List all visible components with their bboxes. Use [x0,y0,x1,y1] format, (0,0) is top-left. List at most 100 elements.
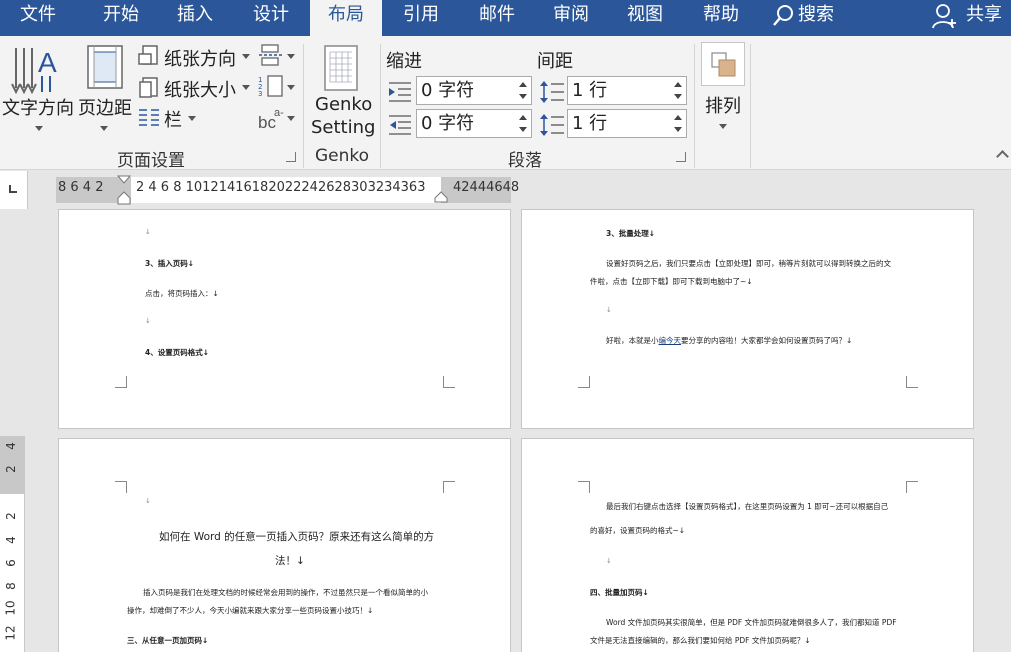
orientation-button[interactable]: 纸张方向 [164,45,236,71]
spin-down-icon[interactable] [519,94,527,99]
link-text[interactable]: 编今天 [659,336,682,345]
arrange-icon-box[interactable] [701,42,745,86]
chevron-down-icon[interactable] [287,116,295,121]
crop-mark [906,481,918,493]
tab-references[interactable]: 引用 [388,0,454,36]
left-tab-icon [9,185,17,193]
spin-down-icon[interactable] [674,127,682,132]
spin-up-icon[interactable] [519,115,527,120]
spin-up-icon[interactable] [674,115,682,120]
paragraph-group-label: 段落 [508,151,542,171]
chevron-down-icon[interactable] [287,85,295,90]
tab-insert[interactable]: 插入 [164,0,226,36]
horizontal-ruler[interactable]: 8 6 4 2 2 4 6 8 101214161820222426283032… [56,175,519,205]
page-text: 件啦，点击【立即下载】即可下载到电脑中了~↓ [590,277,753,286]
indent-right-input[interactable]: 0 字符 [416,109,532,138]
vruler-number: 6 [3,559,18,567]
share-person-icon[interactable] [932,3,958,29]
page-text: 四、批量加页码↓ [590,588,649,597]
crop-mark [443,481,455,493]
tab-design[interactable]: 设计 [240,0,302,36]
ruler-main-numbers: 2 4 6 8 10121416182022242628303234363 [136,180,426,195]
chevron-down-icon[interactable] [242,85,250,90]
vruler-number: 2 [3,465,18,473]
vertical-ruler[interactable]: 4 2 2 4 6 8 10 12 [0,436,25,652]
document-page[interactable]: ↓ 3、插入页码↓ 点击，将页码插入：↓ ↓ 4、设置页码格式↓ [58,209,511,429]
margins-button[interactable]: 页边距 [78,94,132,120]
indent-left-value: 0 字符 [421,80,475,101]
page-text: 好啦，本就是小 [606,336,659,345]
spin-up-icon[interactable] [674,82,682,87]
ruler-left-numbers: 8 6 4 2 [58,180,104,195]
genko-setting-button-line2[interactable]: Setting [311,117,375,138]
chevron-down-icon[interactable] [287,54,295,59]
tab-help[interactable]: 帮助 [690,0,752,36]
horizontal-ruler-row: 8 6 4 2 2 4 6 8 101214161820222426283032… [0,171,1011,209]
text-direction-button[interactable]: 文字方向 [2,94,74,120]
spacing-after-input[interactable]: 1 行 [567,109,687,138]
columns-icon [139,109,159,126]
crop-mark [115,481,127,493]
page-size-icon [139,77,158,98]
spin-up-icon[interactable] [519,82,527,87]
tab-view[interactable]: 视图 [614,0,676,36]
paragraph-mark: ↓ [606,557,612,565]
document-page[interactable]: ↓ 如何在 Word 的任意一页插入页码？原来还有这么简单的方 法！↓ 插入页码… [58,438,511,652]
paragraph-launcher-icon[interactable] [676,152,686,162]
genko-setting-icon [324,45,358,91]
tab-review[interactable]: 审阅 [540,0,602,36]
spin-down-icon[interactable] [519,127,527,132]
tab-file[interactable]: 文件 [0,0,76,36]
vruler-number: 10 [3,600,18,616]
tab-stop-selector[interactable] [0,171,28,209]
vruler-number: 12 [3,625,18,641]
columns-button[interactable]: 栏 [164,106,182,132]
document-page[interactable]: 3、批量处理↓ 设置好页码之后，我们只要点击【立即处理】即可，稍等片刻就可以得到… [521,209,974,429]
page-setup-launcher-icon[interactable] [286,152,296,162]
tab-home[interactable]: 开始 [88,0,154,36]
chevron-down-icon[interactable] [719,124,727,129]
chevron-down-icon[interactable] [242,54,250,59]
tab-layout[interactable]: 布局 [310,0,382,37]
spacing-before-icon [540,81,564,103]
search-icon[interactable] [772,3,796,27]
page-setup-group-label: 页面设置 [117,151,185,171]
group-separator [694,44,695,168]
hanging-indent-marker-icon[interactable] [117,191,131,205]
right-indent-marker-icon[interactable] [434,191,448,203]
spacing-before-value: 1 行 [572,80,608,101]
ribbon-layout-panel: A 文字方向 页边距 纸张方向 纸张大小 栏 1 2 3 bc a- 页面设置 … [0,36,1011,171]
line-numbers-icon[interactable]: 1 2 3 [258,74,286,98]
chevron-down-icon[interactable] [35,126,43,131]
genko-setting-button-line1[interactable]: Genko [315,94,372,115]
vruler-number: 2 [3,512,18,520]
group-separator [750,44,751,168]
crop-mark [578,481,590,493]
crop-mark [578,376,590,388]
page-text: 最后我们右键点击选择【设置页码格式】，在这里页码设置为 1 即可~还可以根据自己 [606,502,889,511]
paragraph-mark: ↓ [145,497,151,505]
page-text: Word 文件加页码其实很简单，但是 PDF 文件加页码就难倒很多人了，我们都知… [606,618,897,627]
first-line-indent-marker-icon[interactable] [117,175,131,187]
group-separator [380,44,381,168]
page-text: 插入页码是我们在处理文档的时候经常会用到的操作，不过虽然只是一个看似简单的小 [143,588,428,597]
page-text: 设置好页码之后，我们只要点击【立即处理】即可，稍等片刻就可以得到转换之后的文 [606,259,891,268]
hyphenation-icon[interactable]: bc a- [258,106,286,130]
arrange-button[interactable]: 排列 [705,92,741,118]
share-button[interactable]: 共享 [964,0,1004,36]
chevron-down-icon[interactable] [188,116,196,121]
breaks-icon[interactable] [258,44,286,66]
document-page[interactable]: 最后我们右键点击选择【设置页码格式】，在这里页码设置为 1 即可~还可以根据自己… [521,438,974,652]
group-separator [303,44,304,168]
search-label[interactable]: 搜索 [798,0,842,36]
page-size-button[interactable]: 纸张大小 [164,76,236,102]
svg-text:3: 3 [258,90,262,98]
spacing-after-value: 1 行 [572,113,608,134]
indent-left-input[interactable]: 0 字符 [416,76,532,105]
genko-group-label: Genko [314,146,370,166]
spin-down-icon[interactable] [674,94,682,99]
spacing-before-input[interactable]: 1 行 [567,76,687,105]
page-text: 点击，将页码插入：↓ [145,289,219,298]
chevron-down-icon[interactable] [100,126,108,131]
tab-mailings[interactable]: 邮件 [464,0,530,36]
